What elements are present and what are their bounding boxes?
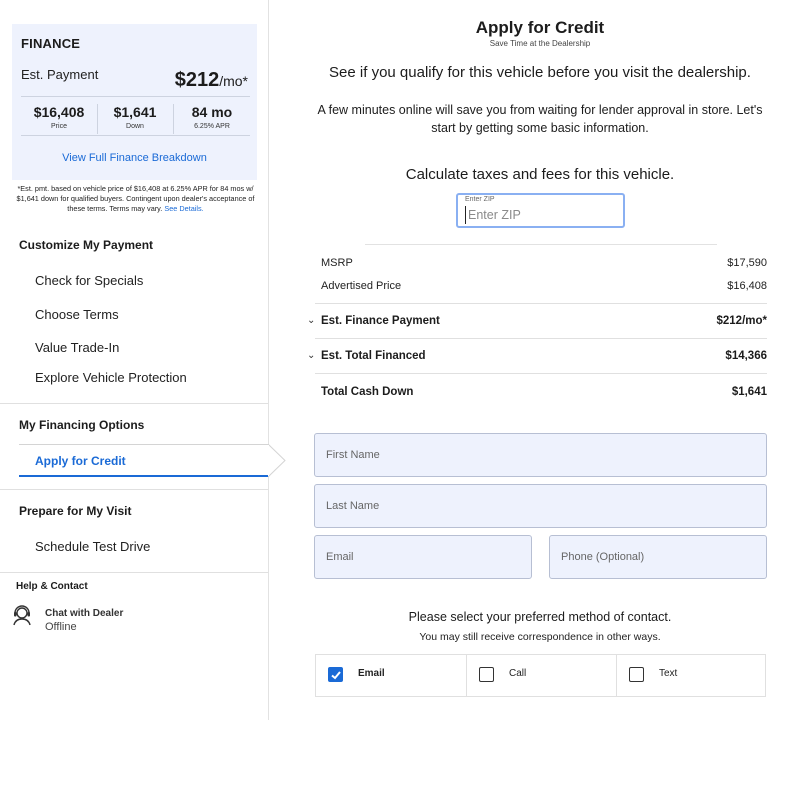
total-cash-down-value: $1,641 (731, 386, 767, 398)
row-divider (315, 338, 767, 339)
chevron-down-icon: ⌄ (307, 350, 316, 361)
page-subtitle: Save Time at the Dealership (489, 39, 591, 48)
active-indicator-arrow (268, 444, 286, 477)
finance-card: FINANCE Est. Payment $212/mo* $16,408 Pr… (12, 24, 257, 180)
chevron-down-icon: ⌄ (307, 315, 316, 326)
zip-divider (365, 244, 717, 245)
nav-apply-for-credit-label: Apply for Credit (35, 454, 126, 468)
email-option-label: Email (358, 668, 385, 679)
first-name-field[interactable] (314, 433, 767, 477)
email-checkbox[interactable] (328, 667, 343, 682)
section-divider (0, 403, 268, 404)
checkmark-icon (331, 671, 341, 680)
view-finance-breakdown-link[interactable]: View Full Finance Breakdown (12, 152, 257, 164)
page-title: Apply for Credit (475, 18, 605, 37)
contact-option-text[interactable]: Text (616, 655, 765, 696)
prepare-visit-heading: Prepare for My Visit (19, 504, 132, 518)
contact-pref-note: You may still receive correspondence in … (419, 631, 661, 643)
chat-with-dealer-link[interactable]: Chat with Dealer (45, 608, 123, 619)
phone-input[interactable] (550, 536, 766, 578)
est-payment-value: $212/mo* (175, 69, 248, 92)
row-divider (315, 303, 767, 304)
stat-down-value: $1,641 (113, 104, 157, 120)
chat-status: Offline (45, 621, 77, 633)
stat-price-value: $16,408 (33, 104, 85, 120)
advertised-price-value: $16,408 (727, 280, 767, 292)
contact-pref-heading: Please select your preferred method of c… (408, 610, 672, 624)
stat-price-label: Price (51, 123, 67, 130)
msrp-label: MSRP (321, 257, 353, 269)
est-total-financed-label: Est. Total Financed (321, 350, 426, 362)
contact-option-call[interactable]: Call (466, 655, 616, 696)
advertised-price-row: Advertised Price $16,408 (321, 280, 767, 292)
est-total-financed-row[interactable]: ⌄ Est. Total Financed $14,366 (307, 350, 767, 362)
section-divider (0, 572, 268, 573)
nav-choose-terms[interactable]: Choose Terms (35, 307, 119, 322)
est-payment-label: Est. Payment (21, 67, 99, 82)
phone-field[interactable] (549, 535, 767, 579)
text-checkbox[interactable] (629, 667, 644, 682)
sidebar: FINANCE Est. Payment $212/mo* $16,408 Pr… (0, 0, 286, 720)
disclaimer-text: *Est. pmt. based on vehicle price of $16… (16, 184, 255, 213)
email-field[interactable] (314, 535, 532, 579)
nav-schedule-test-drive[interactable]: Schedule Test Drive (35, 539, 150, 554)
nav-value-trade-in[interactable]: Value Trade-In (35, 340, 119, 355)
finance-disclaimer: *Est. pmt. based on vehicle price of $16… (14, 184, 257, 214)
intro-paragraph: A few minutes online will save you from … (317, 103, 763, 135)
est-payment-suffix: /mo* (219, 73, 248, 89)
call-option-label: Call (509, 668, 527, 679)
stat-term: 84 mo 6.25% APR (174, 104, 250, 130)
stat-price: $16,408 Price (21, 104, 97, 130)
msrp-value: $17,590 (727, 257, 767, 269)
stat-term-value: 84 mo (191, 104, 233, 120)
est-total-financed-value: $14,366 (725, 350, 767, 362)
calc-heading: Calculate taxes and fees for this vehicl… (405, 166, 675, 183)
headset-icon (13, 605, 31, 626)
zip-field[interactable]: Enter ZIP (456, 193, 625, 228)
stat-down: $1,641 Down (97, 104, 173, 130)
total-cash-down-label: Total Cash Down (321, 386, 414, 398)
nav-apply-for-credit[interactable]: Apply for Credit (19, 444, 269, 477)
financing-options-heading: My Financing Options (19, 418, 145, 432)
stat-term-label: 6.25% APR (194, 123, 230, 130)
est-payment-amount: $212 (174, 69, 220, 91)
lead-text: See if you qualify for this vehicle befo… (329, 64, 751, 81)
zip-input[interactable] (465, 206, 615, 224)
nav-explore-vehicle-protection[interactable]: Explore Vehicle Protection (35, 370, 187, 385)
est-finance-payment-row[interactable]: ⌄ Est. Finance Payment $212/mo* (307, 315, 767, 327)
email-input[interactable] (315, 536, 531, 578)
last-name-field[interactable] (314, 484, 767, 528)
total-cash-down-row: Total Cash Down $1,641 (321, 386, 767, 398)
finance-divider (21, 135, 250, 136)
first-name-input[interactable] (315, 434, 766, 476)
advertised-price-label: Advertised Price (321, 280, 402, 292)
text-option-label: Text (659, 668, 678, 679)
est-finance-payment-value: $212/mo* (716, 315, 767, 327)
contact-method-group: Email Call Text (315, 654, 766, 697)
finance-divider (21, 96, 250, 97)
see-details-link[interactable]: See Details. (164, 204, 203, 213)
section-divider (0, 489, 268, 490)
row-divider (315, 373, 767, 374)
finance-title: FINANCE (21, 36, 81, 51)
stat-down-label: Down (126, 123, 144, 130)
nav-check-for-specials[interactable]: Check for Specials (35, 273, 143, 288)
zip-field-label: Enter ZIP (465, 196, 495, 203)
est-finance-payment-label: Est. Finance Payment (321, 315, 440, 327)
contact-option-email[interactable]: Email (316, 655, 466, 696)
msrp-row: MSRP $17,590 (321, 257, 767, 269)
customize-payment-heading: Customize My Payment (19, 238, 154, 252)
call-checkbox[interactable] (479, 667, 494, 682)
last-name-input[interactable] (315, 485, 766, 527)
help-contact-heading: Help & Contact (16, 581, 88, 592)
